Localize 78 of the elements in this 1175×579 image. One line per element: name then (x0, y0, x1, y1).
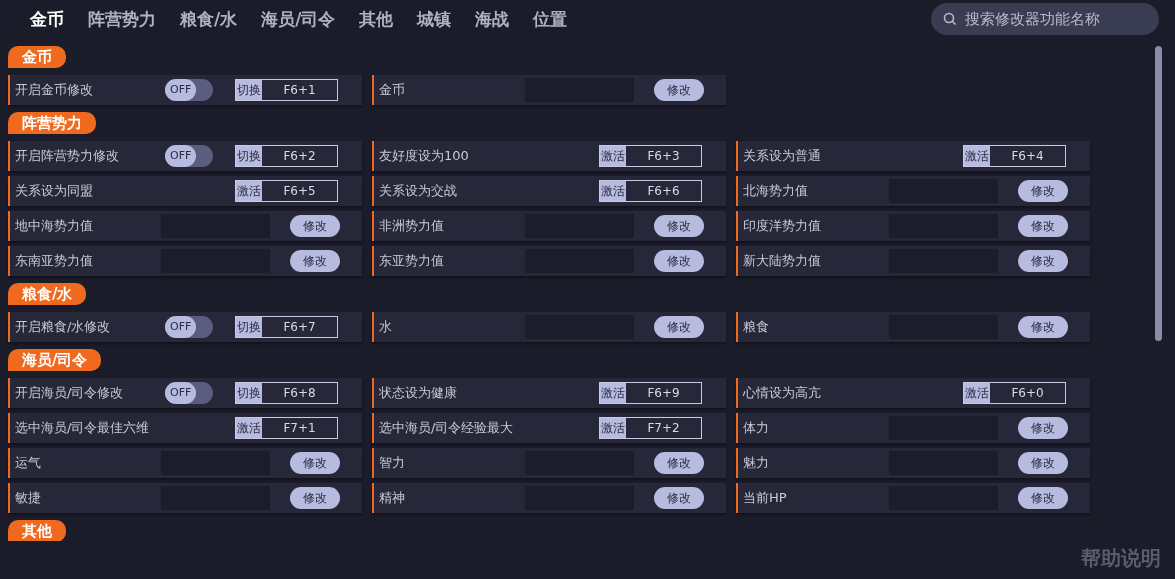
modify-button[interactable]: 修改 (1018, 417, 1068, 439)
hotkey-box[interactable]: 切换 F6+2 (235, 145, 338, 167)
option-label: 地中海势力值 (15, 217, 94, 235)
hotkey-box[interactable]: 激活 F6+0 (963, 382, 1066, 404)
section-header: 金币 (8, 46, 66, 68)
hotkey-box[interactable]: 激活 F6+3 (599, 145, 702, 167)
tab[interactable]: 城镇 (405, 7, 464, 31)
option-label: 心情设为高亢 (743, 384, 822, 402)
hotkey-box[interactable]: 激活 F7+2 (599, 417, 702, 439)
modify-button[interactable]: 修改 (654, 487, 704, 509)
option-label: 东亚势力值 (379, 252, 445, 270)
search-icon (943, 12, 957, 26)
modify-button[interactable]: 修改 (1018, 452, 1068, 474)
modify-button[interactable]: 修改 (654, 215, 704, 237)
section-header: 其他 (8, 520, 66, 541)
hotkey-box[interactable]: 激活 F6+5 (235, 180, 338, 202)
modify-button[interactable]: 修改 (654, 250, 704, 272)
option-label: 关系设为交战 (379, 182, 458, 200)
section-header: 海员/司令 (8, 349, 102, 371)
tab[interactable]: 其他 (347, 7, 406, 31)
toggle-switch[interactable]: OFF (165, 79, 213, 101)
tab[interactable]: 位置 (521, 7, 580, 31)
option-label: 精神 (379, 489, 406, 507)
modify-button[interactable]: 修改 (1018, 250, 1068, 272)
tab[interactable]: 金币 (18, 7, 76, 31)
option-label: 开启粮食/水修改 (15, 318, 112, 336)
section-header: 粮食/水 (8, 283, 87, 305)
option-label: 粮食 (743, 318, 770, 336)
modify-button[interactable]: 修改 (290, 452, 340, 474)
modify-button[interactable]: 修改 (290, 215, 340, 237)
option-label: 北海势力值 (743, 182, 809, 200)
hotkey-box[interactable]: 激活 F7+1 (235, 417, 338, 439)
hotkey-box[interactable]: 激活 F6+6 (599, 180, 702, 202)
hotkey-box[interactable]: 激活 F6+9 (599, 382, 702, 404)
option-label: 友好度设为100 (379, 147, 470, 165)
option-label: 智力 (379, 454, 406, 472)
modify-button[interactable]: 修改 (290, 487, 340, 509)
option-label: 非洲势力值 (379, 217, 445, 235)
option-label: 开启海员/司令修改 (15, 384, 125, 402)
option-label: 开启阵营势力修改 (15, 147, 120, 165)
option-label: 当前HP (743, 489, 788, 507)
option-label: 运气 (15, 454, 42, 472)
tab[interactable]: 海员/司令 (249, 7, 348, 31)
modify-button[interactable]: 修改 (654, 79, 704, 101)
hotkey-box[interactable]: 激活 F6+4 (963, 145, 1066, 167)
option-label: 体力 (743, 419, 770, 437)
toggle-switch[interactable]: OFF (165, 316, 213, 338)
modify-button[interactable]: 修改 (1018, 180, 1068, 202)
option-label: 选中海员/司令经验最大 (379, 419, 515, 437)
search-field[interactable]: 搜索修改器功能名称 (931, 3, 1159, 35)
option-label: 敏捷 (15, 489, 42, 507)
option-label: 关系设为普通 (743, 147, 822, 165)
hotkey-box[interactable]: 切换 F6+8 (235, 382, 338, 404)
modify-button[interactable]: 修改 (1018, 215, 1068, 237)
toggle-switch[interactable]: OFF (165, 382, 213, 404)
modify-button[interactable]: 修改 (290, 250, 340, 272)
option-label: 开启金币修改 (15, 81, 94, 99)
modify-button[interactable]: 修改 (1018, 487, 1068, 509)
tab[interactable]: 阵营势力 (76, 7, 168, 31)
tab[interactable]: 粮食/水 (168, 7, 250, 31)
option-label: 关系设为同盟 (15, 182, 94, 200)
option-label: 水 (379, 318, 393, 336)
tab[interactable]: 海战 (463, 7, 522, 31)
option-label: 魅力 (743, 454, 770, 472)
option-label: 印度洋势力值 (743, 217, 822, 235)
modify-button[interactable]: 修改 (654, 452, 704, 474)
modify-button[interactable]: 修改 (654, 316, 704, 338)
hotkey-box[interactable]: 切换 F6+1 (235, 79, 338, 101)
hotkey-box[interactable]: 切换 F6+7 (235, 316, 338, 338)
toggle-switch[interactable]: OFF (165, 145, 213, 167)
section-header: 阵营势力 (8, 112, 96, 134)
scrollbar[interactable] (1155, 46, 1162, 341)
option-label: 状态设为健康 (379, 384, 458, 402)
option-label: 新大陆势力值 (743, 252, 822, 270)
option-label: 金币 (379, 81, 406, 99)
modify-button[interactable]: 修改 (1018, 316, 1068, 338)
option-label: 选中海员/司令最佳六维 (15, 419, 151, 437)
option-label: 东南亚势力值 (15, 252, 94, 270)
